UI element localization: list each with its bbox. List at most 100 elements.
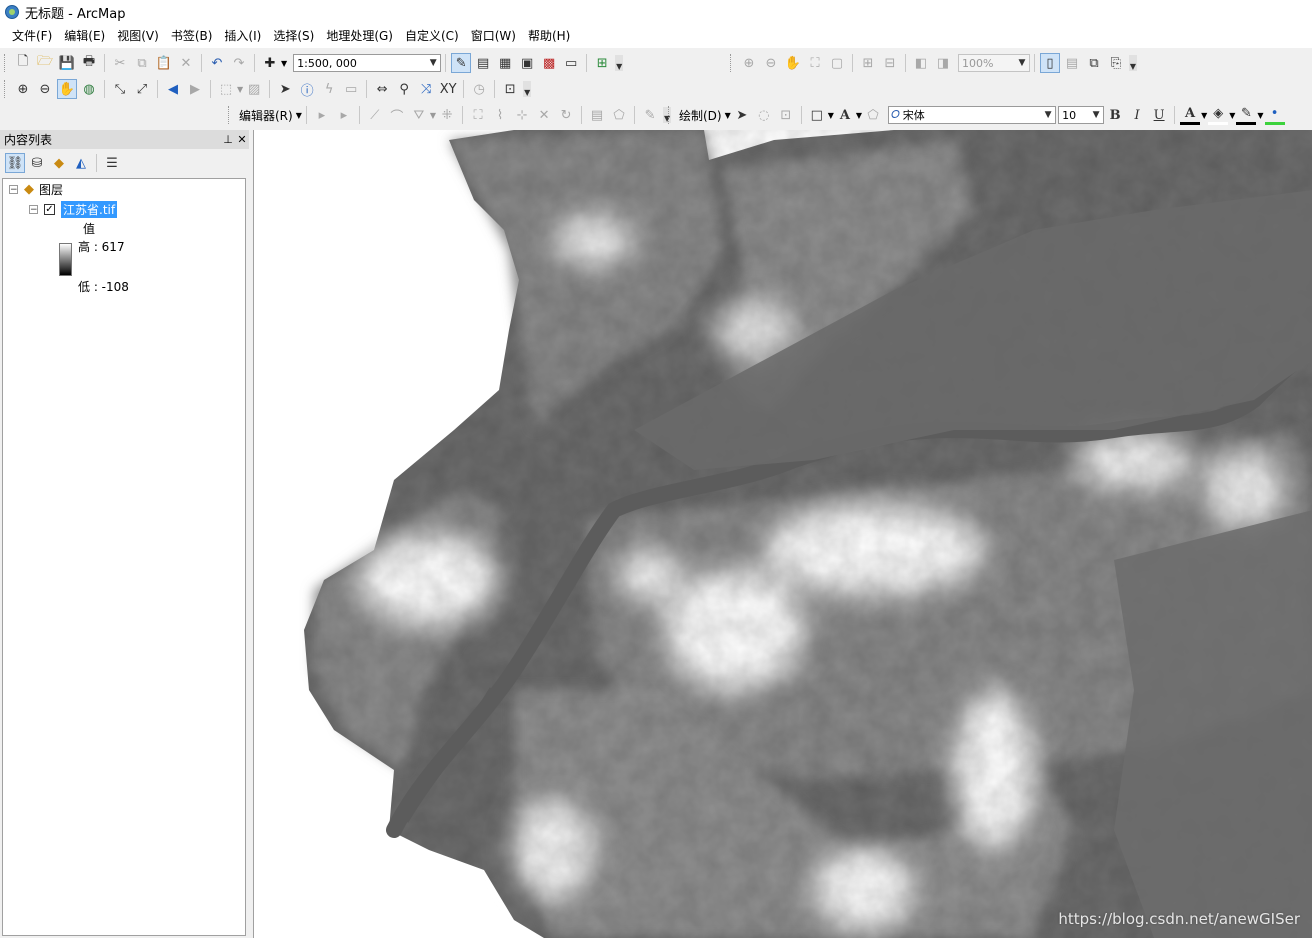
arctoolbox-icon[interactable]: ▩ [539, 53, 559, 73]
chevron-down-icon[interactable]: ▼ [1201, 111, 1207, 120]
fixed-zoom-out-icon[interactable]: ⤢ [132, 79, 152, 99]
focus-data-frame-icon[interactable]: ▤ [1062, 53, 1082, 73]
zoom-in-icon[interactable]: ⊕ [13, 79, 33, 99]
font-combo[interactable]: 𝑂 宋体 ▼ [888, 106, 1057, 124]
map-scale-combo[interactable]: 1:500, 000 ▼ [293, 54, 442, 72]
rotate-element-icon[interactable]: ◌ [754, 105, 774, 125]
chevron-down-icon[interactable]: ▼ [1257, 111, 1263, 120]
underline-button[interactable]: U [1149, 105, 1169, 125]
bold-button[interactable]: B [1105, 105, 1125, 125]
add-data-dropdown-icon[interactable]: ▼ [281, 59, 287, 68]
close-icon[interactable]: ✕ [235, 133, 249, 146]
select-elements-arrow-icon[interactable]: ➤ [275, 79, 295, 99]
python-window-icon[interactable]: ▭ [561, 53, 581, 73]
zoom-100-icon[interactable]: ▢ [827, 53, 847, 73]
toolbar-grip[interactable] [4, 54, 8, 72]
go-back-extent-icon[interactable]: ◧ [911, 53, 931, 73]
hyperlink-icon[interactable]: ϟ [319, 79, 339, 99]
font-size-combo[interactable]: 10 ▼ [1058, 106, 1105, 124]
chevron-down-icon[interactable]: ▼ [856, 111, 862, 120]
chevron-down-icon[interactable]: ▼ [828, 111, 834, 120]
toc-options-icon[interactable]: ☰ [102, 153, 122, 173]
zoom-out-icon[interactable]: ⊖ [35, 79, 55, 99]
collapse-toggle-icon[interactable]: − [9, 184, 18, 194]
edit-tool-icon[interactable]: ▸ [312, 105, 332, 125]
chevron-down-icon[interactable]: ▼ [430, 111, 436, 120]
back-arrow-icon[interactable]: ◀ [163, 79, 183, 99]
fill-color-icon[interactable]: ◈ [1208, 105, 1229, 125]
menu-file[interactable]: 文件(F) [6, 25, 58, 47]
layers-group-row[interactable]: − ◆ 图层 [9, 180, 63, 198]
toolbar-options-icon[interactable]: ▼ [1129, 55, 1137, 71]
sketch-properties-icon[interactable]: ⬠ [609, 105, 629, 125]
map-display[interactable]: https://blog.csdn.net/anewGISer [253, 130, 1312, 938]
trace-icon[interactable]: ⛛ [409, 105, 429, 125]
save-icon[interactable]: 💾 [57, 53, 77, 73]
model-builder-icon[interactable]: ⊞ [592, 53, 612, 73]
layer-name-label[interactable]: 江苏省.tif [61, 200, 118, 218]
menu-selection[interactable]: 选择(S) [267, 25, 320, 47]
data-driven-pages-icon[interactable]: ⎘ [1106, 53, 1126, 73]
find-binoculars-icon[interactable]: ⚲ [394, 79, 414, 99]
menu-help[interactable]: 帮助(H) [522, 25, 576, 47]
select-features-icon[interactable]: ⬚ [216, 79, 236, 99]
menu-edit[interactable]: 编辑(E) [58, 25, 111, 47]
layout-zoom-combo[interactable]: 100% ▼ [958, 54, 1030, 72]
time-slider-icon[interactable]: ◷ [469, 79, 489, 99]
fixed-zoom-out-icon[interactable]: ⊟ [880, 53, 900, 73]
layout-zoom-out-icon[interactable]: ⊖ [761, 53, 781, 73]
create-features-icon[interactable]: ✎ [640, 105, 660, 125]
add-data-icon[interactable]: ✚ [260, 53, 280, 73]
point-icon[interactable]: ⁜ [437, 105, 457, 125]
layer-row[interactable]: − ✓ 江苏省.tif [29, 200, 118, 218]
toolbar-options-icon[interactable]: ▼ [523, 81, 532, 97]
edit-vertices-icon[interactable]: ⬠ [863, 105, 883, 125]
list-by-source-icon[interactable]: ⛁ [27, 153, 47, 173]
print-icon[interactable]: 🖶 [79, 53, 99, 73]
menu-view[interactable]: 视图(V) [111, 25, 165, 47]
layer-visibility-checkbox[interactable]: ✓ [44, 203, 55, 215]
rectangle-icon[interactable]: □ [807, 105, 827, 125]
line-color-icon[interactable]: ✎ [1236, 105, 1257, 125]
create-viewer-window-icon[interactable]: ⊡ [500, 79, 520, 99]
edit-vertices-icon[interactable]: ⛶ [468, 105, 488, 125]
menu-insert[interactable]: 插入(I) [218, 25, 267, 47]
clear-selection-icon[interactable]: ▨ [244, 79, 264, 99]
open-folder-icon[interactable]: 🗁 [35, 53, 55, 73]
toolbar-grip[interactable] [668, 106, 672, 124]
menu-bookmarks[interactable]: 书签(B) [165, 25, 219, 47]
straight-segment-icon[interactable]: ⟋ [365, 105, 385, 125]
cut-polygons-icon[interactable]: ⊹ [512, 105, 532, 125]
identify-info-icon[interactable]: ⓘ [297, 79, 317, 99]
font-color-button[interactable]: A [1180, 105, 1201, 125]
chevron-down-icon[interactable]: ▼ [237, 85, 243, 94]
list-by-visibility-icon[interactable]: ◆ [49, 153, 69, 173]
zoom-whole-page-icon[interactable]: ⛶ [805, 53, 825, 73]
toolbar-grip[interactable] [4, 80, 8, 98]
new-document-icon[interactable]: 🗋 [13, 53, 33, 73]
fixed-zoom-in-icon[interactable]: ⤡ [110, 79, 130, 99]
marker-color-icon[interactable]: • [1264, 105, 1285, 125]
paste-icon[interactable]: 📋 [154, 53, 174, 73]
list-by-drawing-order-icon[interactable]: ⛓ [5, 153, 25, 173]
italic-button[interactable]: I [1127, 105, 1147, 125]
pin-icon[interactable]: ⊥ [221, 133, 235, 146]
catalog-window-icon[interactable]: ▦ [495, 53, 515, 73]
chevron-down-icon[interactable]: ▼ [296, 111, 302, 120]
chevron-down-icon[interactable]: ▼ [725, 111, 731, 120]
select-elements-icon[interactable]: ➤ [732, 105, 752, 125]
search-window-icon[interactable]: ▣ [517, 53, 537, 73]
go-to-xy-icon[interactable]: XY [438, 79, 458, 99]
change-layout-icon[interactable]: ⧉ [1084, 53, 1104, 73]
rotate-tool-icon[interactable]: ↻ [556, 105, 576, 125]
undo-icon[interactable]: ↶ [207, 53, 227, 73]
layout-pan-icon[interactable]: ✋ [783, 53, 803, 73]
menu-customize[interactable]: 自定义(C) [399, 25, 465, 47]
go-forward-extent-icon[interactable]: ◨ [933, 53, 953, 73]
toggle-draft-mode-icon[interactable]: ▯ [1040, 53, 1060, 73]
copy-icon[interactable]: ⧉ [132, 53, 152, 73]
pan-hand-icon[interactable]: ✋ [57, 79, 77, 99]
forward-arrow-icon[interactable]: ▶ [185, 79, 205, 99]
editor-menu-button[interactable]: 编辑器(R) [236, 107, 296, 124]
list-by-selection-icon[interactable]: ◭ [71, 153, 91, 173]
